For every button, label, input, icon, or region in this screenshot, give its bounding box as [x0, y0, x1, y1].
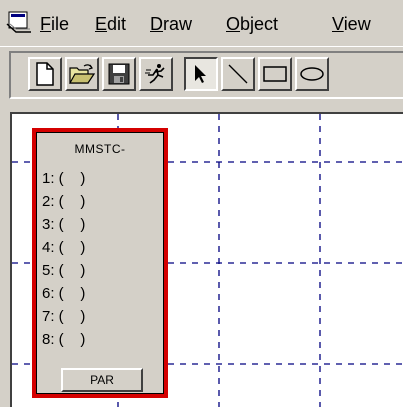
slot-1: 1: ( ) — [42, 170, 86, 187]
drawing-canvas[interactable]: MMSTC- 1: ( ) 2: ( ) 3: ( ) 4: ( ) 5: ( … — [10, 112, 403, 407]
select-tool-button[interactable] — [184, 57, 218, 91]
slot-4: 4: ( ) — [42, 239, 86, 256]
save-disk-icon — [108, 63, 130, 85]
menu-edit-mnemonic: E — [95, 14, 108, 34]
ellipse-tool-icon — [300, 67, 324, 81]
rectangle-tool-button[interactable] — [258, 57, 292, 91]
open-folder-icon — [69, 64, 95, 84]
menu-draw[interactable]: Draw — [150, 14, 192, 34]
toolbar — [0, 46, 403, 107]
slot-7: 7: ( ) — [42, 308, 86, 325]
line-tool-button[interactable] — [221, 57, 255, 91]
slot-8: 8: ( ) — [42, 331, 86, 348]
menu-edit[interactable]: Edit — [95, 14, 126, 34]
mmstc-object-panel[interactable]: MMSTC- 1: ( ) 2: ( ) 3: ( ) 4: ( ) 5: ( … — [32, 128, 168, 398]
new-button[interactable] — [28, 57, 62, 91]
rectangle-tool-icon — [263, 66, 287, 82]
run-button[interactable] — [139, 57, 173, 91]
menu-draw-rest: raw — [163, 14, 193, 34]
menu-file[interactable]: File — [40, 14, 69, 34]
application-window: File Edit Draw Object View MMSTC- 1: ()… — [0, 0, 403, 407]
menu-file-rest: ile — [51, 14, 70, 34]
menu-view-mnemonic: V — [332, 14, 344, 34]
slot-2: 2: ( ) — [42, 193, 86, 210]
menu-draw-mnemonic: D — [150, 14, 163, 34]
menu-view[interactable]: View — [332, 14, 371, 34]
ellipse-tool-button[interactable] — [295, 57, 329, 91]
menu-object-mnemonic: O — [226, 14, 241, 34]
run-icon — [145, 64, 165, 84]
menu-bar: File Edit Draw Object View — [0, 0, 403, 46]
menu-view-rest: iew — [343, 14, 371, 34]
slot-5: 5: ( ) — [42, 262, 86, 279]
menu-object-rest: bject — [240, 14, 279, 34]
menu-file-mnemonic: F — [40, 14, 51, 34]
panel-title: MMSTC- — [74, 142, 126, 156]
slot-6: 6: ( ) — [42, 285, 86, 302]
select-arrow-icon — [195, 65, 206, 83]
slot-3: 3: ( ) — [42, 216, 86, 233]
menu-edit-rest: dit — [107, 14, 127, 34]
par-button[interactable]: PAR — [61, 368, 143, 392]
new-document-icon — [36, 62, 54, 86]
menu-object[interactable]: Object — [226, 14, 278, 34]
line-tool-icon — [228, 64, 248, 84]
app-icon — [6, 11, 31, 33]
canvas-area: MMSTC- 1: ( ) 2: ( ) 3: ( ) 4: ( ) 5: ( … — [0, 106, 403, 407]
save-button[interactable] — [102, 57, 136, 91]
open-button[interactable] — [65, 57, 99, 91]
